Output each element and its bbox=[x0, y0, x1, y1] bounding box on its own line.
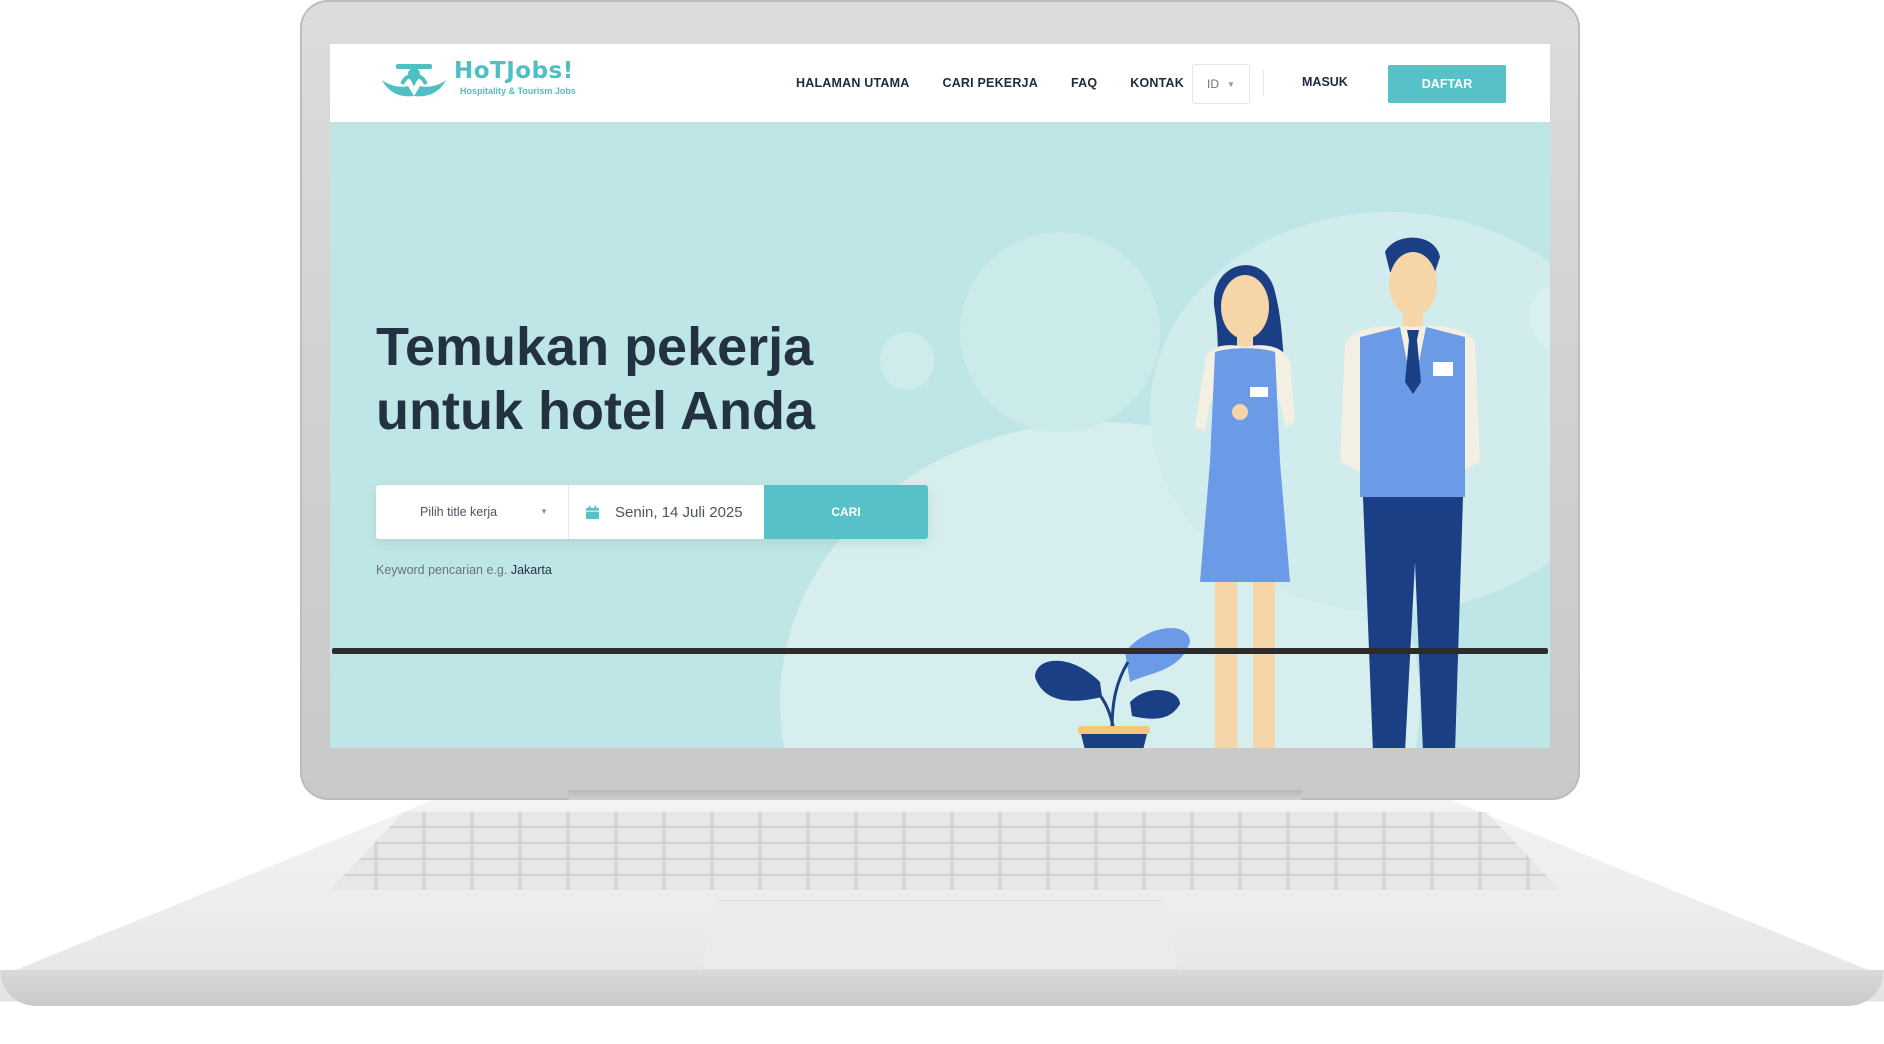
top-navbar: HoTJobs! Hospitality & Tourism Jobs HALA… bbox=[330, 44, 1550, 122]
bg-blob bbox=[960, 232, 1160, 432]
logo-icon bbox=[382, 64, 446, 97]
nav-link-halaman-utama[interactable]: HALAMAN UTAMA bbox=[796, 76, 909, 90]
calendar-icon bbox=[585, 505, 600, 519]
hero-headline: Temukan pekerja untuk hotel Anda bbox=[376, 315, 936, 443]
plant-illustration bbox=[1035, 628, 1190, 748]
chevron-down-icon: ▼ bbox=[540, 507, 548, 516]
logo-title: HoTJobs! bbox=[454, 58, 574, 84]
register-button[interactable]: DAFTAR bbox=[1388, 65, 1506, 103]
language-select[interactable]: ID ▼ bbox=[1192, 64, 1250, 104]
laptop-base-edge bbox=[0, 970, 1884, 1006]
keyword-hint-label: Keyword pencarian e.g. bbox=[376, 563, 508, 577]
hero-headline-line2: untuk hotel Anda bbox=[376, 381, 815, 441]
logo[interactable]: HoTJobs! Hospitality & Tourism Jobs bbox=[378, 56, 598, 106]
keyword-example-link[interactable]: Jakarta bbox=[511, 563, 552, 577]
nav-link-faq[interactable]: FAQ bbox=[1071, 76, 1097, 90]
search-bar: Pilih title kerja ▼ Senin, 14 Juli 2025 … bbox=[376, 485, 928, 539]
nav-link-cari-pekerja[interactable]: CARI PEKERJA bbox=[942, 76, 1037, 90]
keyword-hint: Keyword pencarian e.g. Jakarta bbox=[376, 563, 552, 577]
logo-subtitle: Hospitality & Tourism Jobs bbox=[460, 86, 576, 96]
laptop-keyboard bbox=[330, 812, 1560, 890]
hero-section: Temukan pekerja untuk hotel Anda Pilih t… bbox=[330, 122, 1550, 748]
job-title-placeholder: Pilih title kerja bbox=[420, 505, 498, 519]
hero-headline-line1: Temukan pekerja bbox=[376, 317, 814, 377]
nav-divider bbox=[1263, 70, 1264, 96]
chevron-down-icon: ▼ bbox=[1227, 79, 1235, 89]
man-receptionist-illustration bbox=[1340, 237, 1480, 748]
woman-receptionist-illustration bbox=[1195, 265, 1295, 748]
nav-link-kontak[interactable]: KONTAK bbox=[1130, 76, 1184, 90]
date-value: Senin, 14 Juli 2025 bbox=[615, 503, 743, 521]
language-value: ID bbox=[1207, 77, 1220, 91]
screen-divider-line bbox=[332, 648, 1548, 654]
date-picker[interactable]: Senin, 14 Juli 2025 bbox=[569, 485, 764, 539]
laptop-trackpad bbox=[700, 900, 1180, 970]
login-link[interactable]: MASUK bbox=[1302, 75, 1348, 89]
search-button[interactable]: CARI bbox=[764, 485, 928, 539]
nav-links: HALAMAN UTAMA CARI PEKERJA FAQ KONTAK bbox=[796, 44, 1217, 122]
job-title-select[interactable]: Pilih title kerja ▼ bbox=[376, 485, 569, 539]
laptop-screen: HoTJobs! Hospitality & Tourism Jobs HALA… bbox=[330, 44, 1550, 748]
